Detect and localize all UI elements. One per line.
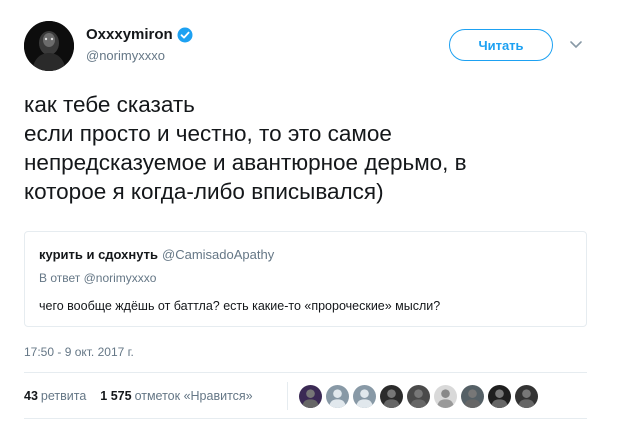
avatar-photo-icon [24,21,74,71]
avatar-face-icon [407,385,430,408]
tweet-timestamp[interactable]: 17:50 - 9 окт. 2017 г. [24,345,134,359]
avatar-figure-icon [488,385,511,408]
retweets-stat[interactable]: 43 ретвита [24,389,86,403]
author-name-row[interactable]: Oxxxymiron [86,26,193,43]
avatar-default-icon [326,385,349,408]
liker-avatar[interactable] [460,384,485,409]
quoted-author-name: курить и сдохнуть [39,247,158,262]
author-name[interactable]: Oxxxymiron [86,26,173,43]
tweet-line: непредсказуемое и авантюрное дерьмо, в [24,150,467,175]
likers-avatars [298,384,539,409]
liker-avatar[interactable] [325,384,350,409]
retweets-count: 43 [24,389,38,403]
tweet-line: которое я когда-либо вписывался) [24,179,384,204]
avatar-grey-icon [461,385,484,408]
quoted-author[interactable]: курить и сдохнуть @CamisadoApathy [39,247,274,262]
liker-avatar[interactable] [433,384,458,409]
likes-label: отметок «Нравится» [134,389,253,403]
avatar-default-icon [353,385,376,408]
retweets-label: ретвита [40,389,87,403]
quoted-text: чего вообще ждёшь от баттла? есть какие-… [39,299,441,313]
liker-avatar[interactable] [298,384,323,409]
follow-button[interactable]: Читать [449,29,553,61]
chevron-down-icon[interactable] [568,38,584,52]
divider [24,418,587,419]
tweet-text: как тебе сказать если просто и честно, т… [24,90,604,206]
verified-badge-icon [177,27,193,42]
stats-separator [287,382,288,410]
liker-avatar[interactable] [352,384,377,409]
author-handle[interactable]: @norimyxxxo [86,48,165,63]
divider [24,372,587,373]
quoted-author-handle: @CamisadoApathy [162,247,275,262]
likes-stat[interactable]: 1 575 отметок «Нравится» [100,389,252,403]
liker-avatar[interactable] [514,384,539,409]
tweet-line: если просто и честно, то это самое [24,121,392,146]
quoted-tweet[interactable]: курить и сдохнуть @CamisadoApathy В ответ… [24,231,587,327]
liker-avatar[interactable] [379,384,404,409]
likes-count: 1 575 [100,389,132,403]
author-avatar[interactable] [24,21,74,71]
avatar-sketch-icon [434,385,457,408]
liker-avatar[interactable] [406,384,431,409]
liker-avatar[interactable] [487,384,512,409]
avatar-black-icon [515,385,538,408]
quoted-reply-to: В ответ @norimyxxxo [39,271,157,285]
avatar-dark-icon [380,385,403,408]
tweet-stats: 43 ретвита 1 575 отметок «Нравится» [24,389,253,403]
avatar-purple-icon [299,385,322,408]
tweet-line: как тебе сказать [24,92,195,117]
